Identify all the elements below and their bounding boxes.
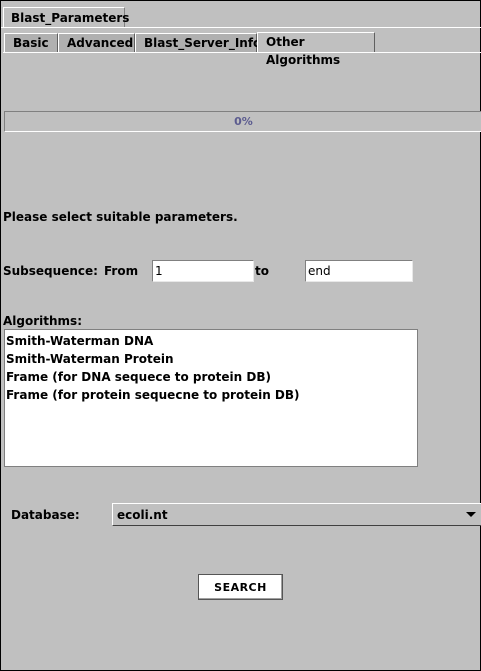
from-label: From — [104, 264, 139, 278]
tab-advanced[interactable]: Advanced — [58, 33, 135, 52]
instruction-text: Please select suitable parameters. — [3, 210, 238, 224]
list-item-frame-protein[interactable]: Frame (for protein sequecne to protein D… — [6, 386, 417, 404]
list-item-smith-waterman-dna[interactable]: Smith-Waterman DNA — [6, 332, 417, 350]
database-select[interactable]: ecoli.nt — [112, 503, 481, 526]
to-input[interactable] — [305, 260, 413, 282]
subsequence-label: Subsequence: — [3, 264, 98, 278]
progress-text: 0% — [234, 115, 253, 128]
tab-blast-parameters[interactable]: Blast_Parameters — [3, 7, 129, 27]
tab-basic[interactable]: Basic — [4, 33, 58, 52]
progress-bar: 0% — [4, 111, 481, 132]
outer-tab-baseline — [1, 27, 481, 28]
tab-other-algorithms[interactable]: Other Algorithms — [257, 32, 375, 67]
algorithms-list[interactable]: Smith-Waterman DNA Smith-Waterman Protei… — [4, 329, 418, 467]
tabs-baseline — [3, 52, 481, 53]
to-label: to — [255, 264, 269, 278]
tab-blast-server-info[interactable]: Blast_Server_Info — [135, 33, 261, 52]
search-button[interactable]: SEARCH — [198, 574, 283, 600]
database-selected-value: ecoli.nt — [117, 508, 168, 522]
algorithms-label: Algorithms: — [3, 314, 82, 328]
chevron-down-icon[interactable] — [466, 512, 476, 517]
database-label: Database: — [11, 508, 80, 522]
list-item-frame-dna[interactable]: Frame (for DNA sequece to protein DB) — [6, 368, 417, 386]
blast-parameters-window: Blast_Parameters Basic Advanced Blast_Se… — [0, 0, 481, 671]
from-input[interactable] — [152, 260, 254, 282]
list-item-smith-waterman-protein[interactable]: Smith-Waterman Protein — [6, 350, 417, 368]
